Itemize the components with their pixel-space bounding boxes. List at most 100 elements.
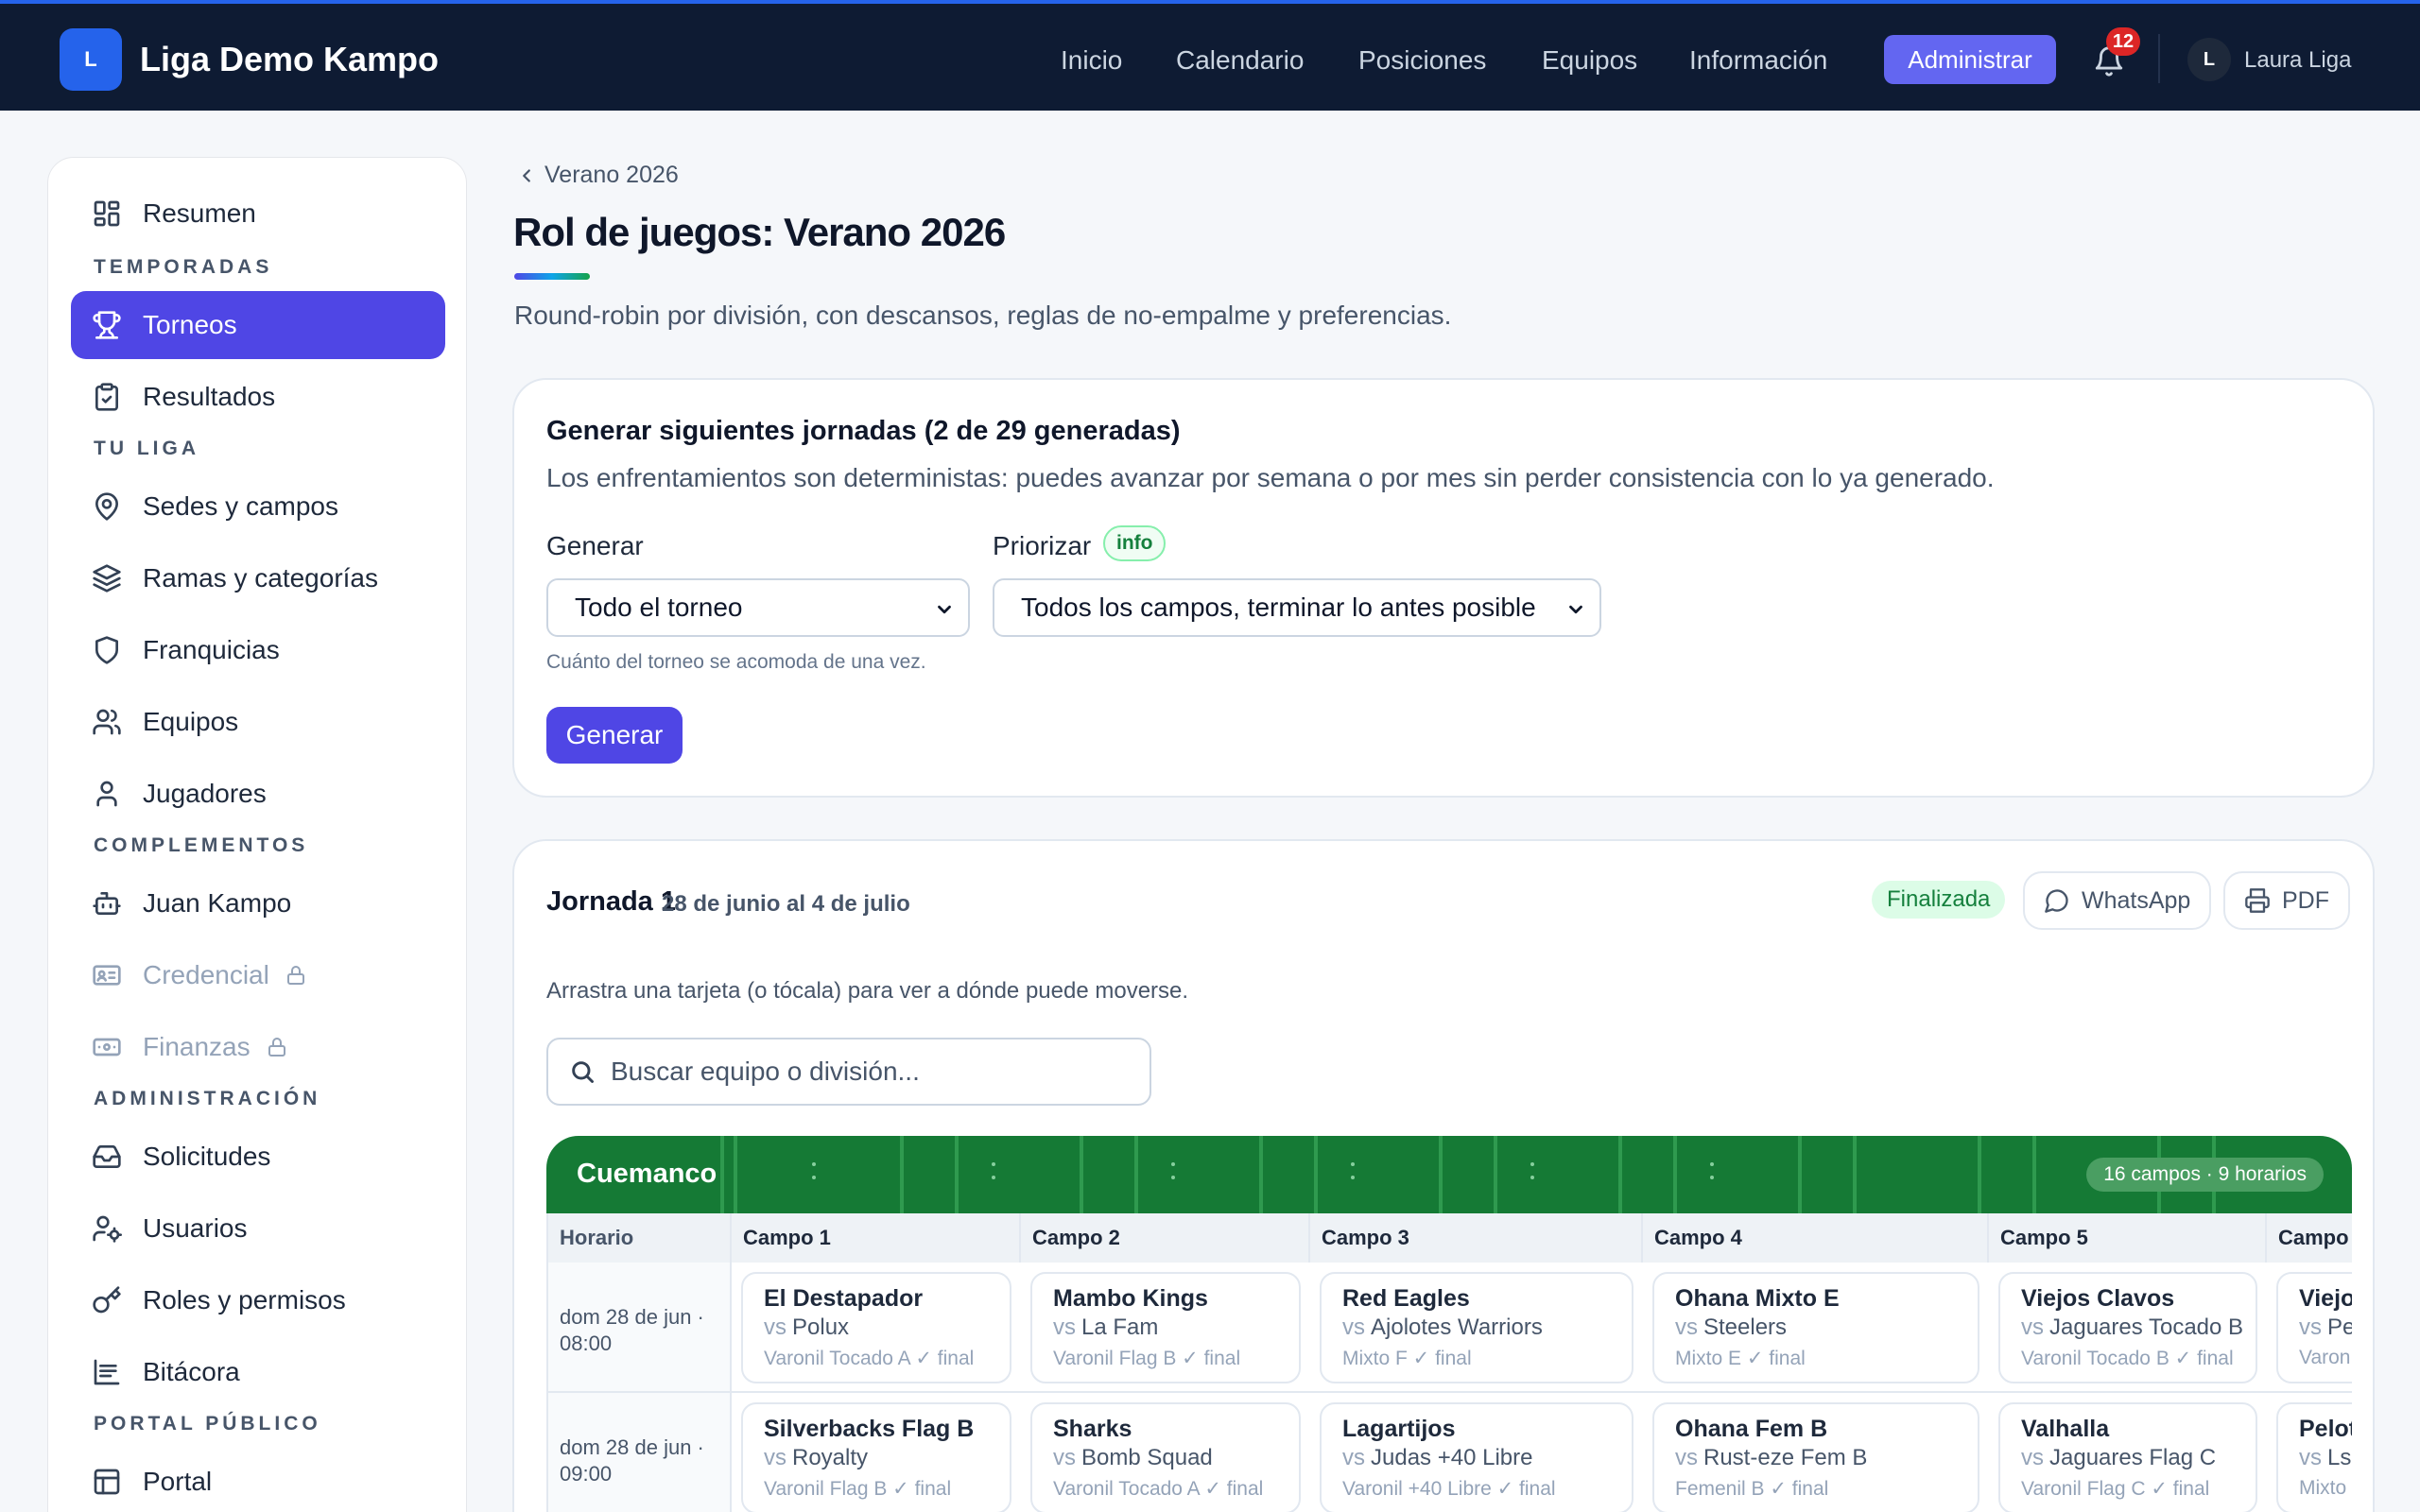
status-badge: Finalizada bbox=[1872, 881, 2006, 919]
row-date: dom 28 de jun · bbox=[560, 1435, 704, 1459]
match-meta: Mixto F ✓ final bbox=[1342, 1348, 1472, 1369]
match-card[interactable]: Lagartijos vs Judas +40 Libre Varonil +40… bbox=[1320, 1402, 1634, 1512]
admin-button[interactable]: Administrar bbox=[1884, 35, 2056, 84]
match-meta: Varonil Flag B ✓ final bbox=[764, 1478, 952, 1500]
vs-label: vs bbox=[2299, 1445, 2322, 1470]
drag-hint: Arrastra una tarjeta (o tócala) para ver… bbox=[546, 978, 1189, 1004]
generate-select[interactable]: Todo el torneo bbox=[546, 578, 970, 637]
sidebar-item-label: Resumen bbox=[143, 198, 256, 228]
inbox-icon bbox=[93, 1145, 121, 1168]
match-card[interactable]: Silverbacks Flag B vs Royalty Varonil Fla… bbox=[741, 1402, 1011, 1512]
round-title: Jornada 1 bbox=[546, 886, 676, 917]
match-card[interactable]: Viejos vsPe Varon bbox=[2276, 1272, 2352, 1383]
sidebar-item-equipos[interactable]: Equipos bbox=[71, 688, 445, 756]
top-bar: L Liga Demo Kampo Inicio Calendario Posi… bbox=[0, 0, 2420, 111]
layers-icon bbox=[93, 564, 121, 593]
sidebar-item-torneos[interactable]: Torneos bbox=[71, 291, 445, 359]
match-card[interactable]: Ohana Fem B vs Rust-eze Fem B Femenil B ✓… bbox=[1652, 1402, 1979, 1512]
row-time: dom 28 de jun · 08:00 bbox=[548, 1263, 732, 1391]
row-time: dom 28 de jun · 09:00 bbox=[548, 1393, 732, 1512]
priority-select[interactable]: Todos los campos, terminar lo antes posi… bbox=[993, 578, 1601, 637]
brand-logo[interactable]: L bbox=[60, 28, 122, 91]
notification-count-badge: 12 bbox=[2106, 27, 2140, 56]
lock-icon bbox=[286, 966, 304, 985]
whatsapp-label: WhatsApp bbox=[2082, 886, 2191, 914]
match-card[interactable]: Red Eagles vs Ajolotes Warriors Mixto F ✓… bbox=[1320, 1272, 1634, 1383]
layout-icon bbox=[94, 1469, 120, 1495]
sidebar-item-juan-kampo[interactable]: Juan Kampo bbox=[71, 869, 445, 937]
row-hour: 09:00 bbox=[560, 1462, 613, 1486]
sidebar-item-bitacora[interactable]: Bitácora bbox=[71, 1338, 445, 1406]
vs-label: vs bbox=[1053, 1445, 1076, 1470]
match-card[interactable]: Ohana Mixto E vs Steelers Mixto E ✓ final bbox=[1652, 1272, 1979, 1383]
info-badge[interactable]: info bbox=[1103, 525, 1167, 561]
field-line bbox=[955, 1136, 959, 1213]
field-marks bbox=[811, 1157, 817, 1193]
sidebar-item-jugadores[interactable]: Jugadores bbox=[71, 760, 445, 828]
match-card[interactable]: Viejos Clavos vs Jaguares Tocado B Varoni… bbox=[1998, 1272, 2257, 1383]
user-cog-icon bbox=[93, 1215, 122, 1243]
vs-label: vs bbox=[1342, 1445, 1365, 1470]
match-card[interactable]: Valhalla vs Jaguares Flag C Varonil Flag … bbox=[1998, 1402, 2257, 1512]
generate-button[interactable]: Generar bbox=[546, 707, 683, 764]
sidebar-item-roles[interactable]: Roles y permisos bbox=[71, 1266, 445, 1334]
sidebar-item-label: Bitácora bbox=[143, 1357, 240, 1386]
sidebar-item-franquicias[interactable]: Franquicias bbox=[71, 616, 445, 684]
sidebar-item-label: Juan Kampo bbox=[143, 888, 292, 918]
column-header-horario: Horario bbox=[548, 1213, 732, 1263]
home-team: Silverbacks Flag B bbox=[764, 1416, 975, 1442]
sidebar-item-sedes[interactable]: Sedes y campos bbox=[71, 472, 445, 541]
vs-label: vs bbox=[1675, 1314, 1698, 1340]
sidebar-item-usuarios[interactable]: Usuarios bbox=[71, 1194, 445, 1263]
match-meta: Femenil B ✓ final bbox=[1675, 1478, 1829, 1500]
nav-equipos[interactable]: Equipos bbox=[1542, 45, 1637, 76]
match-card[interactable]: Mambo Kings vs La Fam Varonil Flag B ✓ fi… bbox=[1030, 1272, 1301, 1383]
sidebar-item-solicitudes[interactable]: Solicitudes bbox=[71, 1123, 445, 1191]
sidebar-item-portal[interactable]: Portal bbox=[71, 1448, 445, 1512]
match-meta: Mixto E ✓ final bbox=[1675, 1348, 1806, 1369]
field-marks bbox=[1530, 1157, 1535, 1193]
sidebar-item-label: Portal bbox=[143, 1467, 213, 1496]
field-line bbox=[1853, 1136, 1857, 1213]
sidebar-item-resultados[interactable]: Resultados bbox=[71, 363, 445, 431]
priority-label: Priorizar bbox=[993, 531, 1092, 560]
title-accent-bar bbox=[514, 273, 590, 280]
venue-count-badge: 16 campos · 9 horarios bbox=[2086, 1158, 2324, 1192]
home-team: Ohana Mixto E bbox=[1675, 1285, 1840, 1312]
breadcrumb[interactable]: Verano 2026 bbox=[516, 162, 679, 189]
nav-informacion[interactable]: Información bbox=[1689, 45, 1827, 76]
pdf-button[interactable]: PDF bbox=[2223, 871, 2350, 930]
generator-title: Generar siguientes jornadas (2 de 29 gen… bbox=[546, 416, 1181, 446]
field-marks bbox=[1350, 1157, 1356, 1193]
chevron-down-icon bbox=[938, 605, 951, 614]
search-input[interactable]: Buscar equipo o división... bbox=[546, 1038, 1151, 1106]
column-header-campo-1: Campo 1 bbox=[732, 1213, 1021, 1263]
nav-calendario[interactable]: Calendario bbox=[1176, 45, 1304, 76]
table-row: dom 28 de jun · 08:00 El Destapador vs Po… bbox=[546, 1263, 2352, 1393]
avatar[interactable]: L bbox=[2187, 38, 2231, 81]
field-line bbox=[1798, 1136, 1802, 1213]
banknote-icon bbox=[93, 1038, 121, 1057]
users-icon bbox=[93, 709, 121, 735]
lock-icon bbox=[268, 1038, 285, 1057]
sidebar-item-finanzas[interactable]: Finanzas bbox=[71, 1013, 445, 1081]
match-card[interactable]: Sharks vs Bomb Squad Varonil Tocado A ✓ f… bbox=[1030, 1402, 1301, 1512]
nav-posiciones[interactable]: Posiciones bbox=[1358, 45, 1486, 76]
venue-header: Cuemanco 16 campos · 9 horarios bbox=[546, 1136, 2352, 1213]
user-name[interactable]: Laura Liga bbox=[2244, 47, 2351, 74]
away-team: Ls bbox=[2327, 1445, 2352, 1470]
match-card[interactable]: Pelot vs Ls Mixto bbox=[2276, 1402, 2352, 1512]
app-name[interactable]: Liga Demo Kampo bbox=[140, 40, 439, 79]
id-card-icon bbox=[93, 965, 121, 986]
whatsapp-button[interactable]: WhatsApp bbox=[2023, 871, 2212, 930]
sidebar-item-credencial[interactable]: Credencial bbox=[71, 941, 445, 1009]
field-line bbox=[1080, 1136, 1083, 1213]
match-meta: Varonil +40 Libre ✓ final bbox=[1342, 1478, 1556, 1500]
nav-inicio[interactable]: Inicio bbox=[1061, 45, 1122, 76]
match-meta: Mixto bbox=[2299, 1477, 2347, 1499]
vs-label: vs bbox=[1053, 1314, 1076, 1340]
home-team: Valhalla bbox=[2021, 1416, 2110, 1442]
match-card[interactable]: El Destapador vs Polux Varonil Tocado A ✓… bbox=[741, 1272, 1011, 1383]
sidebar-item-resumen[interactable]: Resumen bbox=[71, 180, 445, 248]
sidebar-item-ramas[interactable]: Ramas y categorías bbox=[71, 544, 445, 612]
